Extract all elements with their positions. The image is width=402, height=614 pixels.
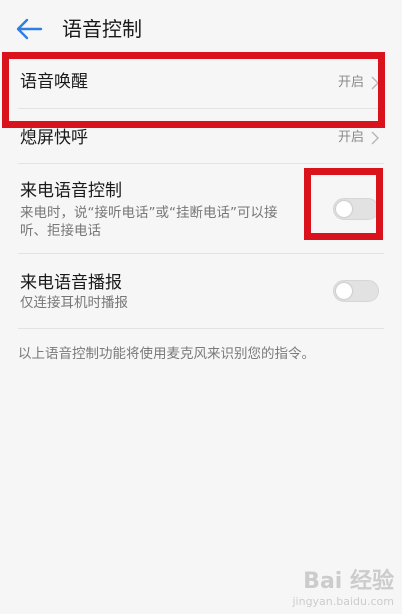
screen-off-call-label: 熄屏快呼 [20,128,88,148]
baidu-watermark: Bai 经验 jingyan.baidu.com [292,563,394,608]
call-voice-control-desc-line2: 听、拒接电话 [20,223,101,239]
screen-off-call-status: 开启 [338,130,365,145]
call-voice-broadcast-label: 来电语音播报 [20,273,122,293]
page-title: 语音控制 [62,17,142,41]
arrow-left-icon [16,18,43,40]
call-voice-broadcast-desc: 仅连接耳机时播报 [20,295,128,311]
watermark-url: jingyan.baidu.com [292,595,394,608]
highlight-box-voice-wakeup [2,52,385,128]
chevron-right-icon [371,131,379,145]
call-voice-control-label: 来电语音控制 [20,181,122,201]
call-voice-broadcast-toggle[interactable] [333,280,379,302]
highlight-box-call-toggle [304,168,383,240]
call-voice-control-desc-line1: 来电时，说“接听电话”或“挂断电话”可以接 [20,205,278,221]
footer-note: 以上语音控制功能将使用麦克风来识别您的指令。 [18,346,315,362]
watermark-logo: Bai 经验 [303,569,394,594]
toggle-knob [336,283,352,299]
divider [18,328,384,329]
back-button[interactable] [14,14,46,44]
call-voice-broadcast-row: 来电语音播报 仅连接耳机时播报 [0,254,402,328]
